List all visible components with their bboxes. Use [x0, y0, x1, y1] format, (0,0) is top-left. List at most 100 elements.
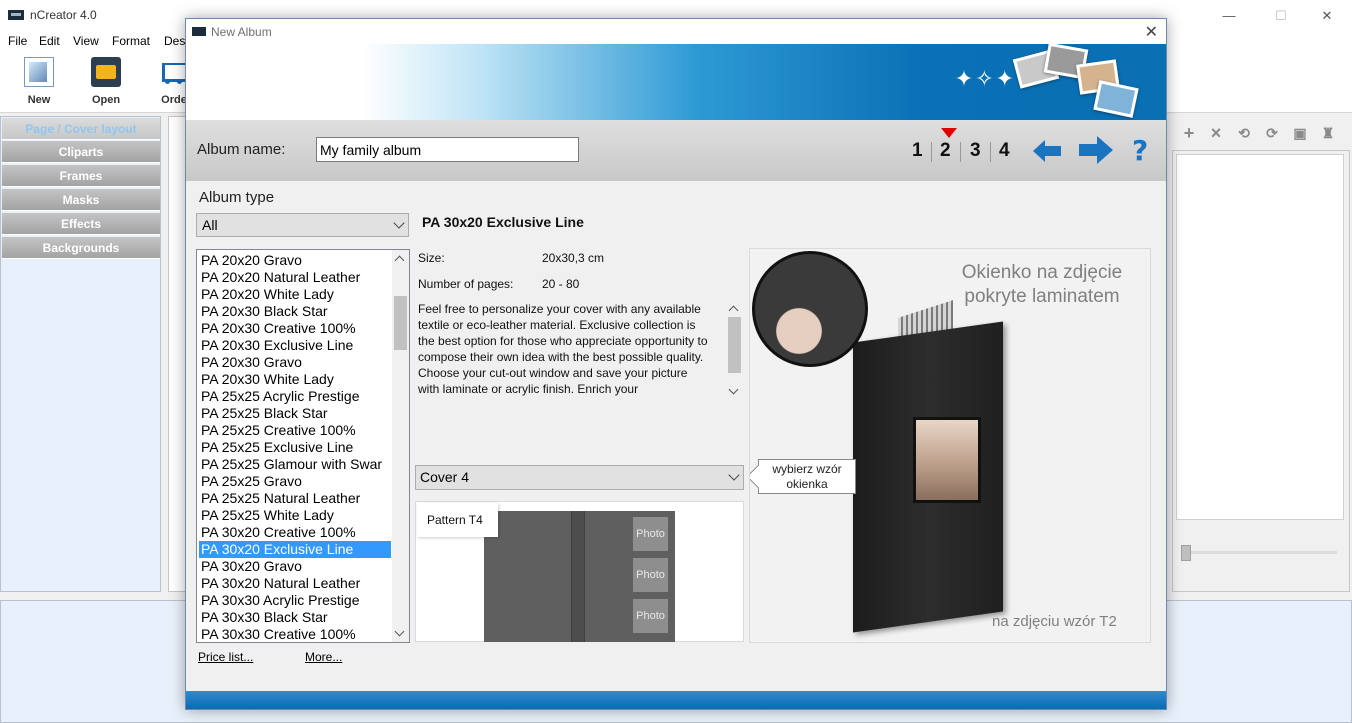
product-title: PA 30x20 Exclusive Line — [422, 214, 584, 230]
rotate-left-icon[interactable]: ⟲ — [1235, 124, 1253, 142]
more-link[interactable]: More... — [305, 650, 342, 664]
album-list-item[interactable]: PA 20x30 White Lady — [199, 371, 391, 388]
pattern-spine — [571, 511, 585, 642]
album-list-item[interactable]: PA 25x25 Creative 100% — [199, 422, 391, 439]
album-list-item[interactable]: PA 30x20 Natural Leather — [199, 575, 391, 592]
album-list-item[interactable]: PA 25x25 Glamour with Swar — [199, 456, 391, 473]
step-1[interactable]: 1 — [912, 140, 923, 162]
scroll-up-icon[interactable] — [394, 255, 405, 266]
step-divider — [960, 142, 961, 162]
photo-slot: Photo — [633, 558, 668, 592]
album-list-item[interactable]: PA 20x30 Black Star — [199, 303, 391, 320]
scroll-thumb[interactable] — [394, 296, 407, 350]
album-list-item[interactable]: PA 20x20 Natural Leather — [199, 269, 391, 286]
preview-caption-top: Okienko na zdjęcie pokryte laminatem — [961, 262, 1123, 307]
album-list-item[interactable]: PA 20x30 Exclusive Line — [199, 337, 391, 354]
scroll-down-icon[interactable] — [728, 384, 739, 395]
new-document-icon — [24, 57, 54, 87]
album-list-item[interactable]: PA 20x30 Creative 100% — [199, 320, 391, 337]
current-step-marker-icon — [941, 128, 957, 138]
pages-label: Number of pages: — [418, 277, 514, 291]
app-close-button[interactable]: ✕ — [1304, 0, 1350, 31]
product-description: Feel free to personalize your cover with… — [418, 302, 708, 396]
size-label: Size: — [418, 251, 445, 265]
open-button-label: Open — [91, 94, 121, 106]
pattern-label: Pattern T4 — [417, 503, 498, 537]
album-list-item[interactable]: PA 30x20 Gravo — [199, 558, 391, 575]
effects-button[interactable]: Effects — [2, 213, 160, 235]
right-toolbar: + × ⟲ ⟳ ▣ ♜ — [1172, 116, 1350, 150]
album-list[interactable]: PA 20x20 Gravo PA 20x20 Natural Leather PA… — [196, 249, 410, 643]
album-list-item[interactable]: PA 30x30 Acrylic Prestige — [199, 592, 391, 609]
album-list-item[interactable]: PA 20x30 Gravo — [199, 354, 391, 371]
album-list-scrollbar[interactable] — [392, 250, 409, 642]
album-list-item[interactable]: PA 25x25 Black Star — [199, 405, 391, 422]
rotate-right-icon[interactable]: ⟳ — [1263, 124, 1281, 142]
album-list-item[interactable]: PA 30x20 Creative 100% — [199, 524, 391, 541]
menu-file[interactable]: File — [8, 34, 27, 48]
app-logo-icon — [8, 10, 24, 20]
step-3[interactable]: 3 — [970, 140, 981, 162]
cover-select[interactable]: Cover 4 — [415, 465, 744, 490]
dialog-header: Album name: 1 2 3 4 ? — [186, 120, 1166, 181]
album-list-item[interactable]: PA 25x25 Acrylic Prestige — [199, 388, 391, 405]
album-list-item[interactable]: PA 20x20 White Lady — [199, 286, 391, 303]
maximize-button[interactable]: ☐ — [1258, 0, 1304, 31]
cover-select-value: Cover 4 — [420, 469, 470, 485]
dialog-bottom-bar — [186, 691, 1166, 709]
dialog-close-button[interactable]: ✕ — [1145, 22, 1158, 42]
menu-view[interactable]: View — [73, 34, 99, 48]
help-icon[interactable]: ? — [1132, 134, 1148, 167]
album-list-item[interactable]: PA 30x30 Black Star — [199, 609, 391, 626]
sparkle-stars-icon: ✦✧✦ — [954, 66, 1016, 91]
album-list-item[interactable]: PA 25x25 Gravo — [199, 473, 391, 490]
size-value: 20x30,3 cm — [542, 251, 605, 265]
back-arrow-icon[interactable] — [1033, 140, 1061, 162]
app-title: nCreator 4.0 — [30, 8, 97, 22]
cliparts-button[interactable]: Cliparts — [2, 141, 160, 163]
album-list-item[interactable]: PA 25x25 White Lady — [199, 507, 391, 524]
album-list-item[interactable]: PA 30x20 Exclusive Line — [199, 541, 391, 558]
open-button[interactable]: Open — [80, 57, 132, 106]
album-window-photo — [913, 417, 981, 503]
album-list-item[interactable]: PA 30x30 Creative 100% — [199, 626, 391, 642]
banner-photo-image — [1093, 80, 1139, 118]
masks-button[interactable]: Masks — [2, 189, 160, 211]
step-2[interactable]: 2 — [940, 140, 951, 162]
minimize-button[interactable]: — — [1206, 0, 1252, 31]
zoom-slider-thumb[interactable] — [1181, 545, 1191, 561]
album-type-select[interactable]: All — [196, 213, 409, 237]
album-name-label: Album name: — [197, 141, 286, 158]
page-cover-layout-button[interactable]: Page / Cover layout — [2, 118, 160, 140]
camera-icon[interactable]: ▣ — [1291, 124, 1309, 142]
frames-button[interactable]: Frames — [2, 165, 160, 187]
pages-value: 20 - 80 — [542, 277, 580, 291]
add-icon[interactable]: + — [1180, 124, 1198, 142]
backgrounds-button[interactable]: Backgrounds — [2, 237, 160, 259]
scroll-up-icon[interactable] — [728, 305, 739, 316]
preview-caption-bottom: na zdjęciu wzór T2 — [992, 613, 1117, 630]
step-divider — [990, 142, 991, 162]
step-4[interactable]: 4 — [999, 140, 1010, 162]
menu-format[interactable]: Format — [112, 34, 150, 48]
pattern-preview: Pattern T4 Photo Photo Photo — [415, 501, 744, 642]
next-arrow-icon[interactable] — [1079, 136, 1113, 164]
price-list-link[interactable]: Price list... — [198, 650, 253, 664]
scroll-down-icon[interactable] — [394, 626, 405, 637]
album-list-item[interactable]: PA 20x20 Gravo — [199, 252, 391, 269]
chevron-down-icon — [728, 469, 740, 481]
album-list-item[interactable]: PA 25x25 Exclusive Line — [199, 439, 391, 456]
album-type-label: Album type — [199, 189, 275, 206]
stamp-icon[interactable]: ♜ — [1319, 124, 1337, 142]
album-list-item[interactable]: PA 25x25 Natural Leather — [199, 490, 391, 507]
description-scrollbar[interactable] — [726, 301, 743, 399]
step-divider — [931, 142, 932, 162]
new-button[interactable]: New — [13, 57, 65, 106]
menu-edit[interactable]: Edit — [39, 34, 60, 48]
delete-icon[interactable]: × — [1207, 124, 1225, 142]
scroll-thumb[interactable] — [728, 317, 741, 373]
zoom-slider-track[interactable] — [1185, 551, 1337, 554]
open-folder-icon — [91, 57, 121, 87]
left-panel: Page / Cover layout Cliparts Frames Mask… — [0, 116, 161, 592]
album-name-input[interactable] — [316, 137, 579, 162]
